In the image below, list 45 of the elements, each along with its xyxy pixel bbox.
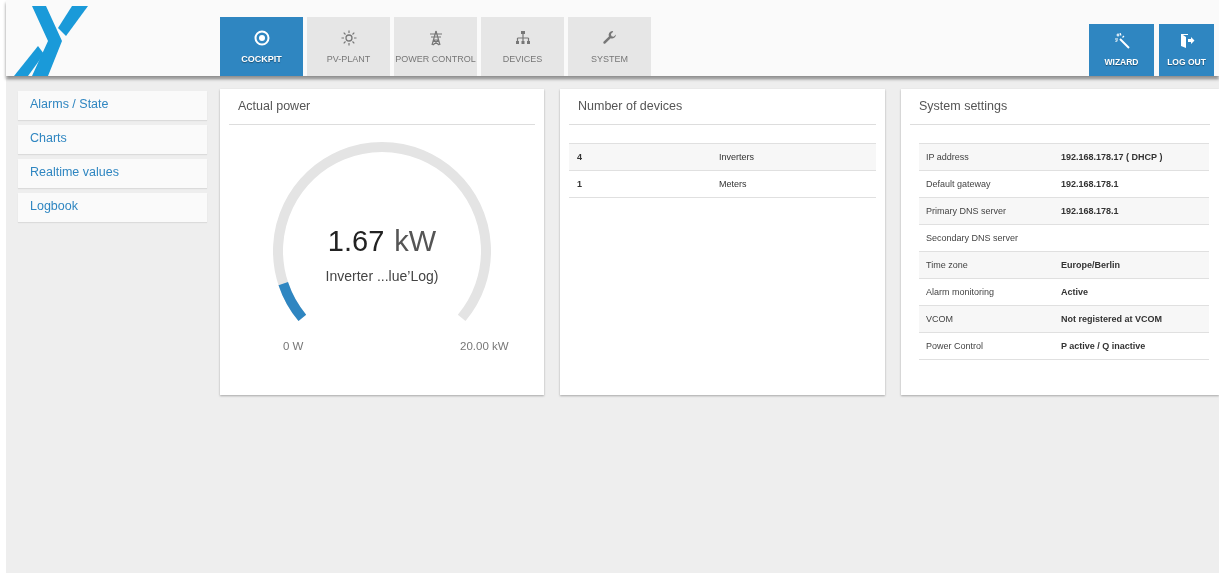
nav-tab[interactable]: POWER CONTROL [394,17,477,76]
wizard-button[interactable]: WIZARD [1089,24,1154,76]
table-cell-text: 1 [576,179,583,189]
network-icon [514,29,531,46]
table-cell: Europe/Berlin [1061,260,1120,270]
nav-tab[interactable]: COCKPIT [220,17,303,76]
table-cell-text: VCOM [925,314,954,324]
card-title: Actual power [229,89,535,125]
table-cell: 192.168.178.17 ( DHCP ) [1061,152,1163,162]
sidebar-item[interactable]: Alarms / State [18,91,207,120]
sidebar-item[interactable]: Charts [18,125,207,154]
gauge-max-label: 20.00 kW [460,340,509,352]
target-icon [253,29,270,46]
pylon-icon [427,29,444,46]
sidebar-item[interactable]: Logbook [18,193,207,222]
sidebar-item[interactable]: Realtime values [18,159,207,188]
logout-button[interactable]: LOG OUT [1159,24,1214,76]
table-cell: Inverters [719,152,754,162]
magic-wand-icon [1113,33,1130,49]
table-cell-text: Power Control [925,341,985,351]
nav-tab[interactable]: DEVICES [481,17,564,76]
power-unit: kW [394,225,437,258]
wrench-icon [601,29,618,46]
table-cell-text: Secondary DNS server [925,233,1020,243]
table-cell-text: 4 [576,152,583,162]
table-cell-text: Alarm monitoring [925,287,996,297]
sun-icon [340,29,357,46]
table-cell: Active [1061,287,1088,297]
table-cell: Not registered at VCOM [1061,314,1163,324]
table-cell: 192.168.178.1 [1061,179,1119,189]
exit-door-icon [1178,33,1195,49]
card-title: Number of devices [569,89,876,125]
nav-tab[interactable]: PV-PLANT [307,17,390,76]
table-cell-text: Default gateway [925,179,992,189]
table-cell: 192.168.178.1 [1061,206,1119,216]
table-cell-text: Primary DNS server [925,206,1007,216]
nav-tab[interactable]: SYSTEM [568,17,651,76]
table-cell: P active / Q inactive [1061,341,1146,351]
table-cell-text: Time zone [925,260,969,270]
table-cell-text: IP address [925,152,970,162]
card-title: System settings [910,89,1210,125]
table-cell: Meters [719,179,747,189]
gauge-min-label: 0 W [283,340,304,352]
gauge-caption: Inverter ...lue’Log) [324,268,440,284]
power-value: 1.67 [327,225,385,258]
